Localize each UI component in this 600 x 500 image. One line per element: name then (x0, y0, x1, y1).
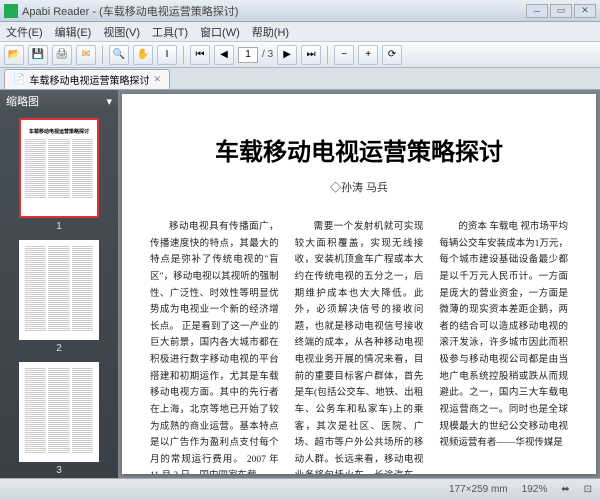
maximize-button[interactable]: ▭ (550, 4, 572, 18)
menu-help[interactable]: 帮助(H) (252, 24, 289, 40)
search-button[interactable]: 🔍 (109, 45, 129, 65)
minimize-button[interactable]: ─ (526, 4, 548, 18)
mail-button[interactable]: ✉ (76, 45, 96, 65)
separator (183, 46, 184, 64)
tab-title: 车载移动电视运营策略探讨 (29, 72, 149, 87)
print-button[interactable]: 🖨 (52, 45, 72, 65)
thumbnail-page-num: 2 (6, 343, 112, 354)
last-page-button[interactable]: ⏭ (301, 45, 321, 65)
first-page-button[interactable]: ⏮ (190, 45, 210, 65)
thumbnail-2[interactable]: 2 (6, 240, 112, 354)
page-total-label: / 3 (262, 49, 273, 60)
open-button[interactable]: 📂 (4, 45, 24, 65)
rotate-button[interactable]: ⟳ (382, 45, 402, 65)
thumbnails-list[interactable]: 车载移动电视运营策略探讨 1 2 3 (0, 112, 118, 478)
menu-view[interactable]: 视图(V) (103, 24, 140, 40)
next-page-button[interactable]: ▶ (277, 45, 297, 65)
page-number-input[interactable] (238, 47, 258, 63)
article-author: ◇孙涛 马兵 (150, 179, 568, 195)
separator (327, 46, 328, 64)
page-icon: 📄 (13, 74, 25, 85)
document-tabs: 📄 车载移动电视运营策略探讨 ✕ (0, 68, 600, 90)
save-button[interactable]: 💾 (28, 45, 48, 65)
prev-page-button[interactable]: ◀ (214, 45, 234, 65)
zoom-out-button[interactable]: − (334, 45, 354, 65)
menu-bar: 文件(E) 编辑(E) 视图(V) 工具(T) 窗口(W) 帮助(H) (0, 22, 600, 42)
window-controls: ─ ▭ ✕ (526, 4, 596, 18)
document-viewport[interactable]: 车载移动电视运营策略探讨 ◇孙涛 马兵 移动电视具有传播面广，传播速度快的特点，… (118, 90, 600, 478)
workspace: 缩略图 ▾ 车载移动电视运营策略探讨 1 2 3 车载移动电视运营策略探讨 ◇孙… (0, 90, 600, 478)
zoom-in-button[interactable]: + (358, 45, 378, 65)
page-content: 车载移动电视运营策略探讨 ◇孙涛 马兵 移动电视具有传播面广，传播速度快的特点，… (122, 94, 596, 474)
article-columns: 移动电视具有传播面广，传播速度快的特点，其最大的特点是弥补了传统电视的"盲区"，… (150, 219, 568, 474)
hand-tool-button[interactable]: ✋ (133, 45, 153, 65)
panel-menu-icon[interactable]: ▾ (106, 95, 112, 108)
document-tab[interactable]: 📄 车载移动电视运营策略探讨 ✕ (4, 69, 170, 89)
fit-page-icon[interactable]: ⊡ (584, 484, 592, 495)
menu-window[interactable]: 窗口(W) (200, 24, 240, 40)
thumbnail-page-num: 3 (6, 465, 112, 476)
close-button[interactable]: ✕ (574, 4, 596, 18)
select-tool-button[interactable]: I (157, 45, 177, 65)
title-bar: Apabi Reader - (车载移动电视运营策略探讨) ─ ▭ ✕ (0, 0, 600, 22)
page-size-label: 177×259 mm (449, 484, 508, 495)
menu-file[interactable]: 文件(E) (6, 24, 43, 40)
thumbnail-page-num: 1 (6, 221, 112, 232)
app-icon (4, 4, 18, 18)
column-2: 需要一个发射机就可实现较大面积覆盖，实现无线接收，安装机顶盒车广程或本大约在传统… (295, 219, 424, 474)
thumbnail-1[interactable]: 车载移动电视运营策略探讨 1 (6, 118, 112, 232)
column-1: 移动电视具有传播面广，传播速度快的特点，其最大的特点是弥补了传统电视的"盲区"，… (150, 219, 279, 474)
article-title: 车载移动电视运营策略探讨 (150, 132, 568, 167)
menu-tools[interactable]: 工具(T) (152, 24, 188, 40)
window-title: Apabi Reader - (车载移动电视运营策略探讨) (22, 3, 526, 19)
separator (102, 46, 103, 64)
toolbar: 📂 💾 🖨 ✉ 🔍 ✋ I ⏮ ◀ / 3 ▶ ⏭ − + ⟳ (0, 42, 600, 68)
fit-width-icon[interactable]: ⬌ (561, 484, 569, 495)
status-bar: 177×259 mm 192% ⬌ ⊡ (0, 478, 600, 500)
thumbnails-panel: 缩略图 ▾ 车载移动电视运营策略探讨 1 2 3 (0, 90, 118, 478)
column-3: 的资本 车载电 视市场平均每辆公交车安装成本为1万元，每个城市建设基础设备最少都… (439, 219, 568, 474)
thumbnail-3[interactable]: 3 (6, 362, 112, 476)
menu-edit[interactable]: 编辑(E) (55, 24, 92, 40)
tab-close-icon[interactable]: ✕ (153, 74, 161, 85)
zoom-level-label: 192% (522, 484, 548, 495)
thumbnails-header: 缩略图 ▾ (0, 90, 118, 112)
